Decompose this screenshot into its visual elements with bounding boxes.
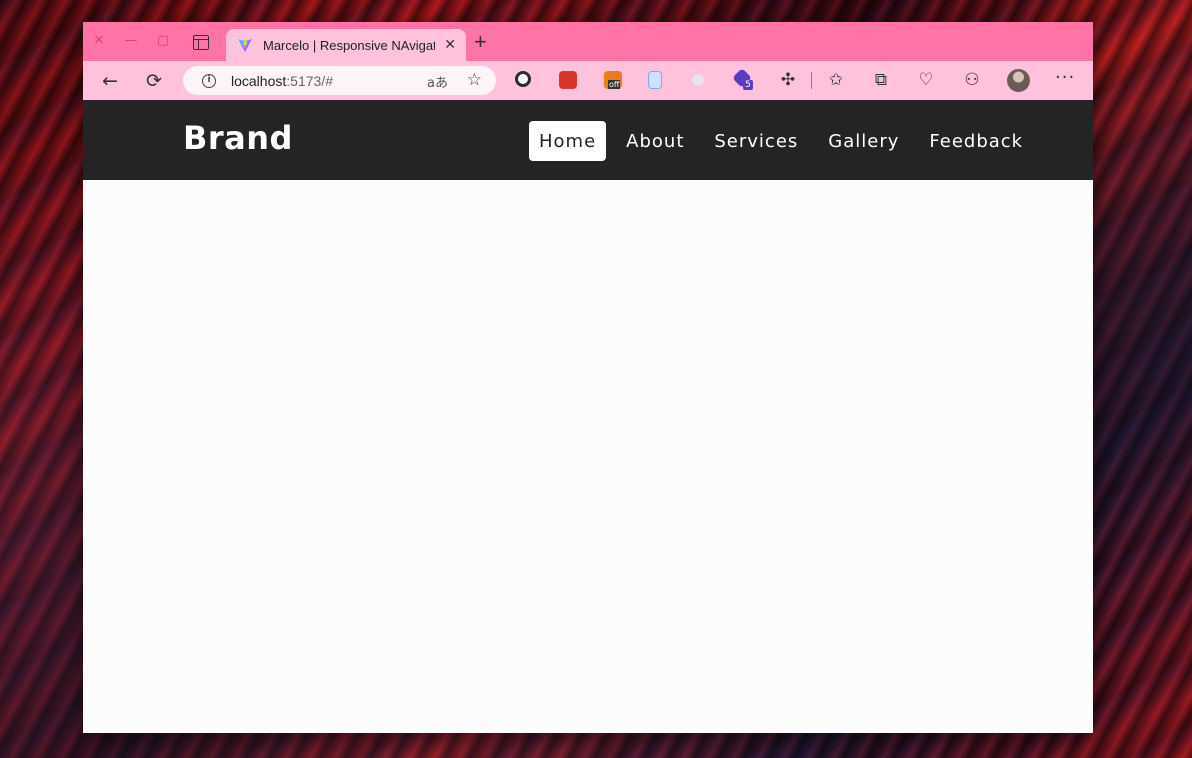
- nav-link-gallery[interactable]: Gallery: [818, 121, 909, 161]
- page-content: [83, 180, 1093, 732]
- browser-essentials-icon[interactable]: ♡: [915, 68, 937, 92]
- profile-avatar[interactable]: [1007, 69, 1030, 92]
- add-favorite-icon[interactable]: ☆: [467, 70, 482, 90]
- off-badge: off: [608, 80, 621, 89]
- nav-link-feedback[interactable]: Feedback: [919, 121, 1033, 161]
- nav-link-services[interactable]: Services: [704, 121, 808, 161]
- favorites-icon[interactable]: ✩: [825, 68, 847, 92]
- tab-title: Marcelo | Responsive NAvigation Bar: [263, 37, 435, 53]
- browser-titlebar: ✕ — ▢ Marcelo | Responsive NAvigation Ba…: [83, 22, 1093, 61]
- sparkle-extension-icon[interactable]: [692, 74, 704, 86]
- clipboard-extension-icon[interactable]: [648, 71, 662, 89]
- extensions-puzzle-icon[interactable]: ✣: [777, 68, 799, 92]
- url-port-path: :5173/#: [286, 72, 333, 89]
- url-host: localhost: [231, 72, 287, 89]
- window-close-button[interactable]: ✕: [91, 33, 107, 49]
- vite-icon: [238, 38, 252, 52]
- nav-link-about[interactable]: About: [616, 121, 694, 161]
- cube-extension-badge: 5: [743, 80, 753, 90]
- ladybug-extension-icon[interactable]: [559, 71, 577, 89]
- nav-links: Home About Services Gallery Feedback: [529, 121, 1043, 161]
- site-navbar: Brand Home About Services Gallery Feedba…: [83, 100, 1093, 180]
- collections-icon[interactable]: ⧉: [870, 68, 892, 92]
- translate-icon[interactable]: aあ: [427, 72, 448, 91]
- browser-window: ✕ — ▢ Marcelo | Responsive NAvigation Ba…: [83, 22, 1093, 733]
- window-maximize-button[interactable]: ▢: [155, 33, 171, 49]
- nav-link-home[interactable]: Home: [529, 121, 607, 161]
- tab-actions-icon[interactable]: [193, 35, 209, 50]
- browser-toolbar: ← ⟳ i localhost:5173/# aあ ☆ off 5 ✣ ✩ ⧉ …: [83, 61, 1093, 100]
- brand-logo[interactable]: Brand: [183, 119, 293, 157]
- off-extension-icon[interactable]: off: [604, 71, 622, 89]
- back-button[interactable]: ←: [98, 69, 122, 93]
- new-tab-button[interactable]: +: [474, 31, 487, 53]
- refresh-button[interactable]: ⟳: [142, 69, 166, 93]
- tab-close-button[interactable]: ✕: [444, 37, 456, 53]
- settings-menu-icon[interactable]: ···: [1055, 67, 1075, 88]
- toolbar-divider: [811, 72, 812, 89]
- browser-tab-active[interactable]: Marcelo | Responsive NAvigation Bar ✕: [226, 29, 466, 61]
- address-bar[interactable]: i localhost:5173/# aあ ☆: [183, 66, 496, 95]
- copilot-icon[interactable]: ⚇: [961, 68, 983, 92]
- window-minimize-button[interactable]: —: [123, 33, 139, 49]
- circle-extension-icon[interactable]: [515, 71, 531, 87]
- url-text[interactable]: localhost:5173/#: [231, 73, 333, 89]
- site-info-icon[interactable]: i: [202, 73, 216, 88]
